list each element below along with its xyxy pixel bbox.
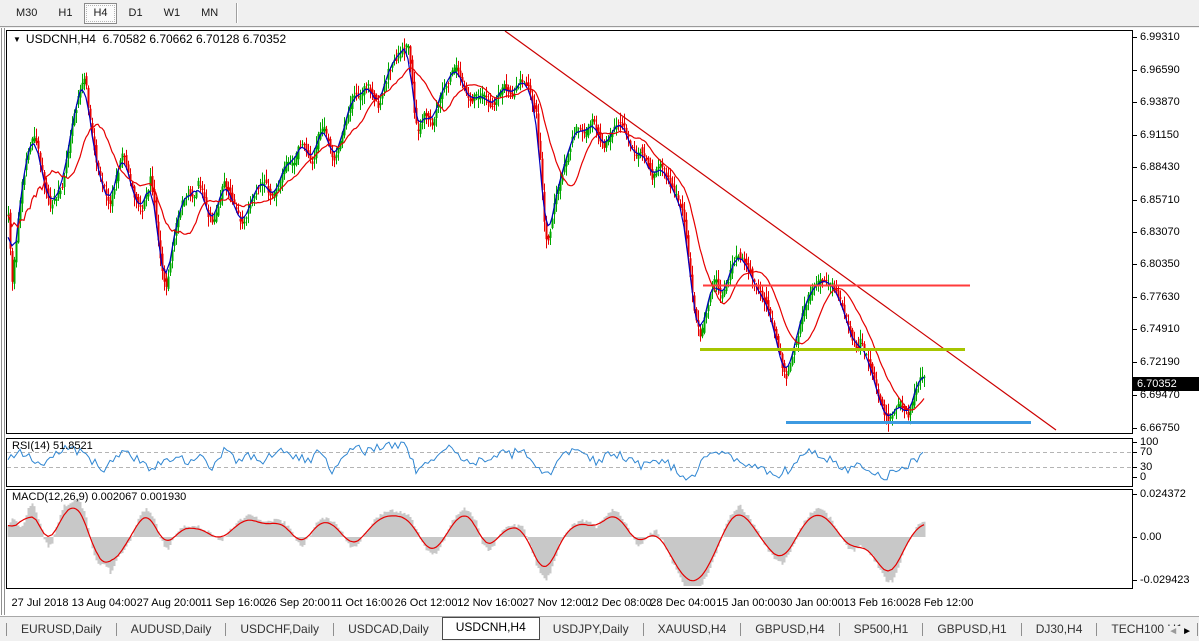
price-axis-tick: 6.96590 — [1140, 64, 1180, 76]
time-axis-label: 28 Dec 04:00 — [650, 597, 715, 609]
tab-xauusd-h4[interactable]: XAUUSD,H4 — [645, 619, 740, 639]
time-axis-label: 27 Aug 20:00 — [137, 597, 202, 609]
tab-separator — [740, 623, 741, 636]
price-axis-tick: 6.80350 — [1140, 258, 1180, 270]
symbol-tab-bar: EURUSD,DailyAUDUSD,DailyUSDCHF,DailyUSDC… — [0, 616, 1199, 641]
price-axis-tick: 6.77630 — [1140, 291, 1180, 303]
time-axis-label: 11 Sep 16:00 — [201, 597, 266, 609]
time-axis-label: 11 Oct 16:00 — [331, 597, 393, 609]
price-axis-tick: 6.99310 — [1140, 31, 1180, 43]
chart-dropdown-icon[interactable]: ▼ — [13, 35, 21, 44]
tab-scroll-right-icon[interactable]: ► — [1182, 626, 1196, 637]
chart-canvas[interactable] — [0, 0, 1199, 641]
tab-separator — [643, 623, 644, 636]
tab-separator — [1021, 623, 1022, 636]
time-axis-label: 27 Jul 2018 — [12, 597, 69, 609]
tab-sp500-h1[interactable]: SP500,H1 — [841, 619, 922, 639]
price-axis-tick: 6.93870 — [1140, 96, 1180, 108]
price-axis-tick: 6.88430 — [1140, 161, 1180, 173]
tab-separator — [6, 623, 7, 636]
time-axis-label: 26 Oct 12:00 — [395, 597, 458, 609]
price-axis-tick: 6.72190 — [1140, 356, 1180, 368]
macd-values: 0.002067 0.001930 — [91, 491, 186, 503]
tab-separator — [116, 623, 117, 636]
time-axis-label: 15 Jan 00:00 — [716, 597, 780, 609]
macd-label: MACD(12,26,9) 0.002067 0.001930 — [12, 491, 186, 503]
tab-gbpusd-h4[interactable]: GBPUSD,H4 — [742, 619, 837, 639]
time-axis-label: 27 Nov 12:00 — [522, 597, 587, 609]
rsi-label: RSI(14) 51.8521 — [12, 440, 93, 452]
macd-name: MACD(12,26,9) — [12, 491, 88, 503]
time-axis-label: 28 Feb 12:00 — [909, 597, 974, 609]
tab-audusd-daily[interactable]: AUDUSD,Daily — [118, 619, 225, 639]
price-axis-tick: 6.91150 — [1140, 129, 1179, 141]
price-axis-tick: 6.85710 — [1140, 194, 1180, 206]
price-axis-tick: 6.66750 — [1140, 422, 1180, 434]
tab-usdcad-daily[interactable]: USDCAD,Daily — [335, 619, 442, 639]
tab-separator — [225, 623, 226, 636]
rsi-axis-tick: 0 — [1140, 471, 1146, 483]
tab-gbpusd-h1[interactable]: GBPUSD,H1 — [924, 619, 1019, 639]
tab-separator — [1096, 623, 1097, 636]
time-axis-label: 26 Sep 20:00 — [264, 597, 329, 609]
tab-usdchf-daily[interactable]: USDCHF,Daily — [227, 619, 332, 639]
time-axis-label: 12 Dec 08:00 — [586, 597, 651, 609]
tab-separator — [839, 623, 840, 636]
time-axis-label: 13 Aug 04:00 — [72, 597, 137, 609]
tab-scroll-left-icon[interactable]: ◄ — [1168, 626, 1182, 637]
time-axis-label: 12 Nov 16:00 — [457, 597, 522, 609]
macd-axis-tick: -0.029423 — [1140, 574, 1190, 586]
rsi-value: 51.8521 — [53, 440, 93, 452]
price-axis-tick: 6.83070 — [1140, 226, 1180, 238]
tab-separator — [333, 623, 334, 636]
chart-symbol-label: USDCNH,H4 — [26, 32, 96, 46]
tab-scroll-buttons: ◄► — [1164, 626, 1196, 637]
tab-usdjpy-daily[interactable]: USDJPY,Daily — [540, 619, 642, 639]
chart-title: ▼ USDCNH,H4 6.70582 6.70662 6.70128 6.703… — [13, 32, 286, 46]
rsi-axis-tick: 70 — [1140, 446, 1152, 458]
macd-axis-tick: 0.024372 — [1140, 488, 1186, 500]
rsi-name: RSI(14) — [12, 440, 50, 452]
price-axis-tick: 6.74910 — [1140, 323, 1180, 335]
time-axis-label: 30 Jan 00:00 — [780, 597, 844, 609]
time-axis-label: 13 Feb 16:00 — [844, 597, 909, 609]
price-panel[interactable] — [2, 28, 1138, 615]
current-price-tag: 6.70352 — [1133, 377, 1199, 391]
tab-eurusd-daily[interactable]: EURUSD,Daily — [8, 619, 115, 639]
macd-axis-tick: 0.00 — [1140, 531, 1161, 543]
tab-separator — [922, 623, 923, 636]
tab-separator — [1197, 623, 1198, 636]
tab-dj30-h4[interactable]: DJ30,H4 — [1023, 619, 1096, 639]
chart-ohlc-readout: 6.70582 6.70662 6.70128 6.70352 — [103, 32, 287, 46]
tab-usdcnh-h4[interactable]: USDCNH,H4 — [442, 617, 540, 640]
